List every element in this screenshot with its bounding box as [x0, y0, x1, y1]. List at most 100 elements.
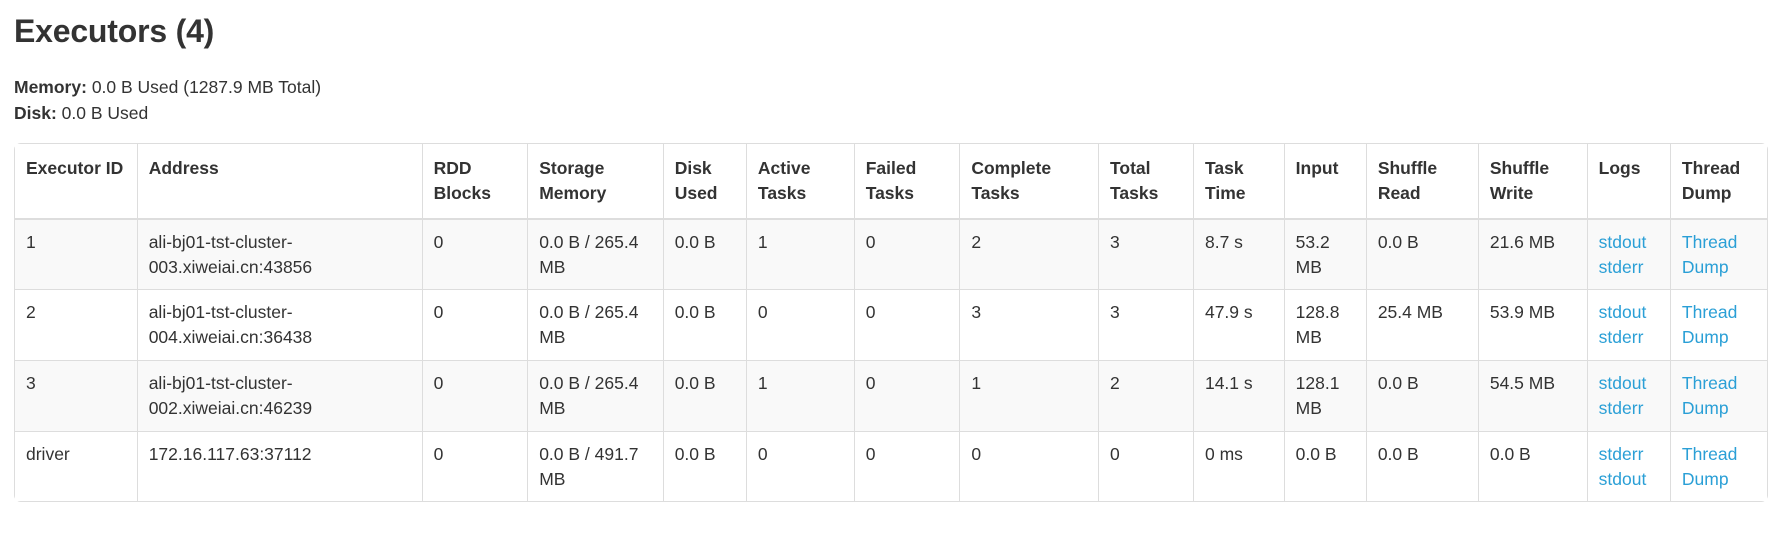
cell-total-tasks: 3 [1099, 219, 1194, 291]
resource-summary: Memory: 0.0 B Used (1287.9 MB Total) Dis… [14, 75, 1768, 127]
cell-shuffle-write: 53.9 MB [1478, 290, 1588, 362]
memory-label: Memory: [14, 77, 87, 98]
thread-dump-link[interactable]: Thread Dump [1682, 302, 1737, 347]
column-header-disk-used[interactable]: Disk Used [663, 143, 747, 220]
cell-complete-tasks: 2 [960, 219, 1100, 291]
cell-thread-dump: Thread Dump [1670, 361, 1767, 432]
cell-complete-tasks: 3 [960, 290, 1100, 362]
cell-task-time: 47.9 s [1193, 290, 1285, 362]
log-link-secondary[interactable]: stderr [1599, 255, 1660, 280]
column-header-shuffle-write[interactable]: Shuffle Write [1478, 143, 1588, 220]
cell-storage-memory: 0.0 B / 265.4 MB [528, 361, 664, 432]
cell-shuffle-write: 21.6 MB [1478, 219, 1588, 291]
executors-table-container: Executor ID Address RDD Blocks Storage M… [14, 142, 1768, 503]
log-link-secondary[interactable]: stderr [1599, 325, 1660, 350]
table-body: 1 ali-bj01-tst-cluster-003.xiweiai.cn:43… [15, 219, 1767, 502]
cell-address: ali-bj01-tst-cluster-004.xiweiai.cn:3643… [137, 290, 423, 362]
disk-summary: Disk: 0.0 B Used [14, 101, 1768, 127]
cell-executor-id: 1 [15, 219, 138, 291]
cell-rdd-blocks: 0 [422, 290, 529, 362]
cell-active-tasks: 0 [746, 290, 855, 362]
cell-disk-used: 0.0 B [663, 361, 747, 432]
table-row: 1 ali-bj01-tst-cluster-003.xiweiai.cn:43… [15, 219, 1767, 291]
cell-thread-dump: Thread Dump [1670, 431, 1767, 502]
cell-logs: stderr stdout [1587, 431, 1671, 502]
cell-input: 53.2 MB [1284, 219, 1367, 291]
cell-active-tasks: 1 [746, 361, 855, 432]
thread-dump-link[interactable]: Thread Dump [1682, 373, 1737, 418]
cell-total-tasks: 0 [1099, 431, 1194, 502]
page-title: Executors (4) [14, 13, 215, 49]
thread-dump-link[interactable]: Thread Dump [1682, 232, 1737, 277]
memory-value: 0.0 B Used (1287.9 MB Total) [91, 77, 322, 98]
table-row: driver 172.16.117.63:37112 0 0.0 B / 491… [15, 431, 1767, 502]
cell-failed-tasks: 0 [854, 431, 961, 502]
log-link-primary[interactable]: stdout [1599, 230, 1660, 255]
cell-executor-id: driver [15, 431, 138, 502]
cell-shuffle-read: 0.0 B [1366, 361, 1479, 432]
table-row: 3 ali-bj01-tst-cluster-002.xiweiai.cn:46… [15, 361, 1767, 432]
table-row: 2 ali-bj01-tst-cluster-004.xiweiai.cn:36… [15, 290, 1767, 362]
cell-failed-tasks: 0 [854, 361, 961, 432]
cell-complete-tasks: 0 [960, 431, 1100, 502]
cell-storage-memory: 0.0 B / 491.7 MB [528, 431, 664, 502]
executors-table: Executor ID Address RDD Blocks Storage M… [14, 142, 1768, 503]
cell-logs: stdout stderr [1587, 361, 1671, 432]
log-link-primary[interactable]: stdout [1599, 300, 1660, 325]
column-header-active-tasks[interactable]: Active Tasks [746, 143, 855, 220]
cell-executor-id: 2 [15, 290, 138, 362]
column-header-shuffle-read[interactable]: Shuffle Read [1366, 143, 1479, 220]
column-header-rdd-blocks[interactable]: RDD Blocks [422, 143, 529, 220]
cell-disk-used: 0.0 B [663, 290, 747, 362]
column-header-complete-tasks[interactable]: Complete Tasks [960, 143, 1100, 220]
cell-rdd-blocks: 0 [422, 431, 529, 502]
cell-task-time: 0 ms [1193, 431, 1285, 502]
cell-input: 0.0 B [1284, 431, 1367, 502]
column-header-logs[interactable]: Logs [1587, 143, 1671, 220]
cell-shuffle-read: 0.0 B [1366, 431, 1479, 502]
cell-thread-dump: Thread Dump [1670, 290, 1767, 362]
cell-failed-tasks: 0 [854, 219, 961, 291]
column-header-failed-tasks[interactable]: Failed Tasks [854, 143, 961, 220]
table-header: Executor ID Address RDD Blocks Storage M… [15, 143, 1767, 220]
cell-thread-dump: Thread Dump [1670, 219, 1767, 291]
cell-logs: stdout stderr [1587, 219, 1671, 291]
cell-shuffle-write: 0.0 B [1478, 431, 1588, 502]
executors-page: Executors (4) Memory: 0.0 B Used (1287.9… [0, 0, 1782, 503]
column-header-input[interactable]: Input [1284, 143, 1367, 220]
column-header-storage-memory[interactable]: Storage Memory [528, 143, 664, 220]
cell-storage-memory: 0.0 B / 265.4 MB [528, 290, 664, 362]
cell-total-tasks: 3 [1099, 290, 1194, 362]
cell-address: 172.16.117.63:37112 [137, 431, 423, 502]
cell-storage-memory: 0.0 B / 265.4 MB [528, 219, 664, 291]
cell-failed-tasks: 0 [854, 290, 961, 362]
cell-disk-used: 0.0 B [663, 219, 747, 291]
cell-input: 128.1 MB [1284, 361, 1367, 432]
log-link-secondary[interactable]: stdout [1599, 467, 1660, 492]
column-header-thread-dump[interactable]: Thread Dump [1670, 143, 1767, 220]
cell-shuffle-read: 25.4 MB [1366, 290, 1479, 362]
cell-logs: stdout stderr [1587, 290, 1671, 362]
cell-executor-id: 3 [15, 361, 138, 432]
column-header-executor-id[interactable]: Executor ID [15, 143, 138, 220]
column-header-task-time[interactable]: Task Time [1193, 143, 1285, 220]
column-header-address[interactable]: Address [137, 143, 423, 220]
column-header-total-tasks[interactable]: Total Tasks [1099, 143, 1194, 220]
cell-disk-used: 0.0 B [663, 431, 747, 502]
memory-summary: Memory: 0.0 B Used (1287.9 MB Total) [14, 75, 1768, 101]
disk-value: 0.0 B Used [61, 103, 149, 124]
log-link-primary[interactable]: stdout [1599, 371, 1660, 396]
cell-task-time: 8.7 s [1193, 219, 1285, 291]
cell-total-tasks: 2 [1099, 361, 1194, 432]
cell-task-time: 14.1 s [1193, 361, 1285, 432]
disk-label: Disk: [14, 103, 57, 124]
cell-address: ali-bj01-tst-cluster-003.xiweiai.cn:4385… [137, 219, 423, 291]
thread-dump-link[interactable]: Thread Dump [1682, 444, 1737, 489]
cell-address: ali-bj01-tst-cluster-002.xiweiai.cn:4623… [137, 361, 423, 432]
cell-rdd-blocks: 0 [422, 219, 529, 291]
log-link-secondary[interactable]: stderr [1599, 396, 1660, 421]
cell-active-tasks: 0 [746, 431, 855, 502]
cell-shuffle-read: 0.0 B [1366, 219, 1479, 291]
log-link-primary[interactable]: stderr [1599, 442, 1660, 467]
cell-complete-tasks: 1 [960, 361, 1100, 432]
